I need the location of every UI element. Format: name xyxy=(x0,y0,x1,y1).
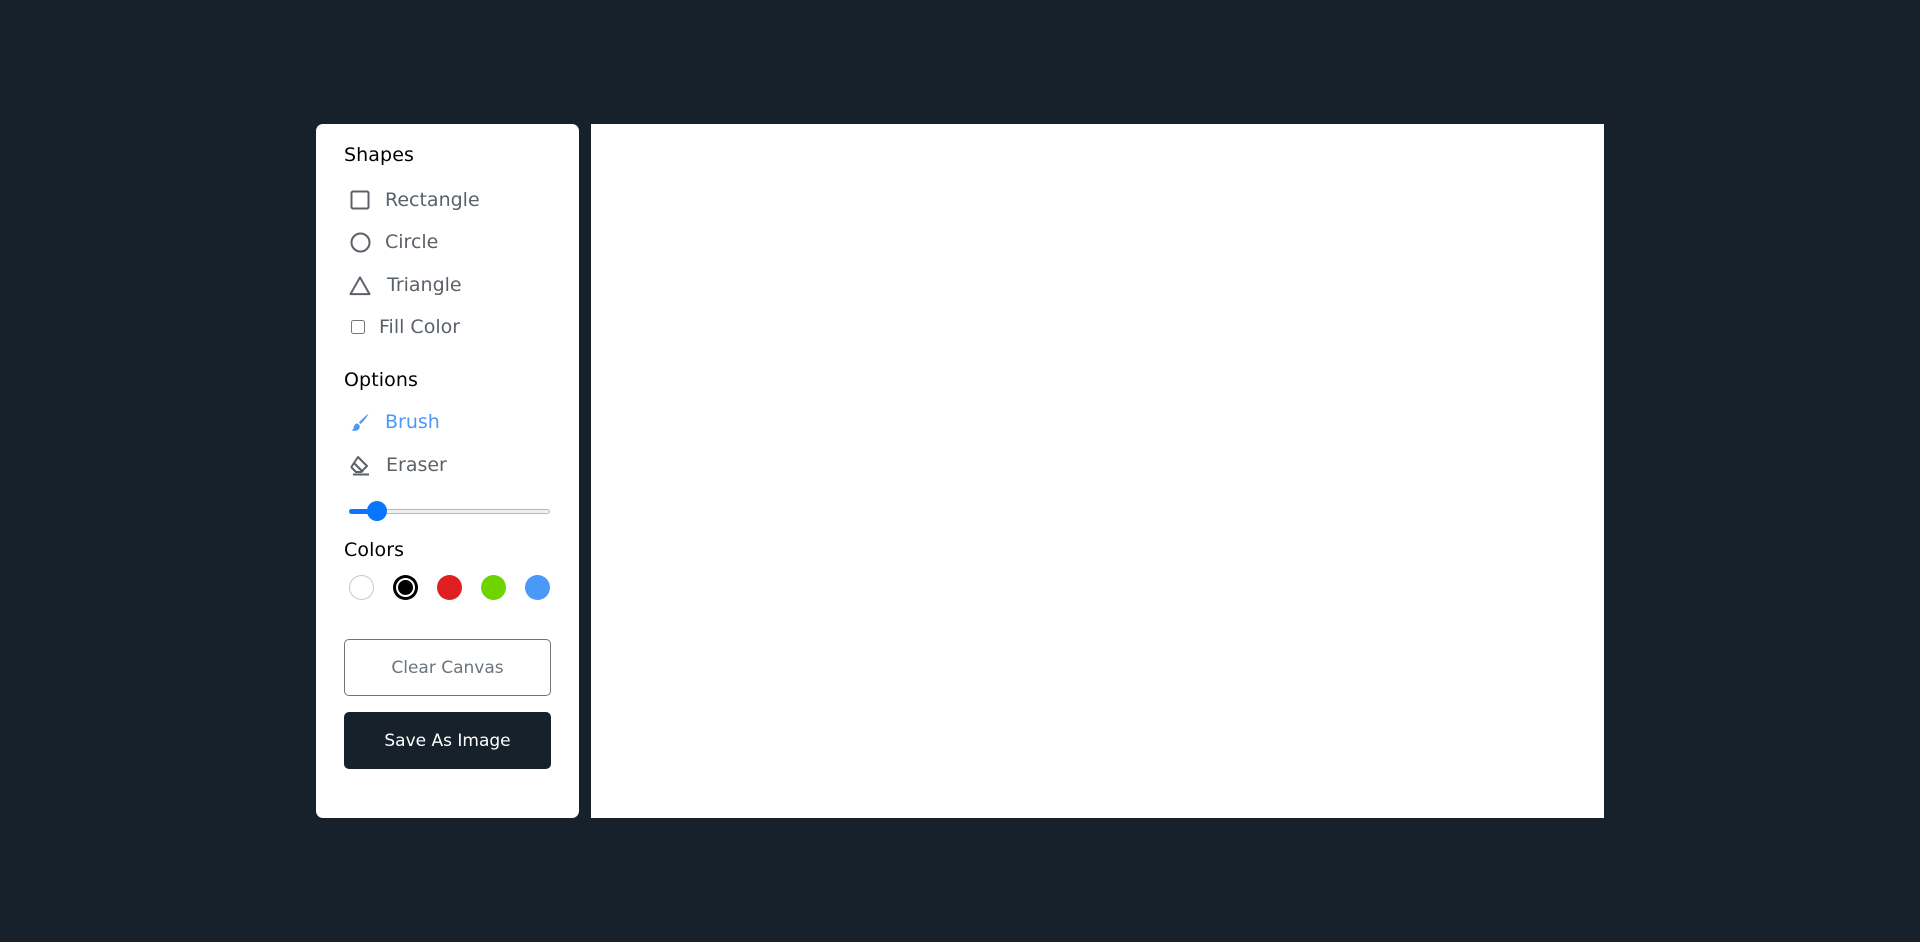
color-swatch[interactable] xyxy=(525,575,550,600)
drawing-canvas[interactable] xyxy=(591,124,1604,818)
fill-color-option[interactable]: Fill Color xyxy=(351,316,460,338)
color-swatches xyxy=(349,575,550,600)
shape-label: Circle xyxy=(385,231,439,253)
fill-color-checkbox[interactable] xyxy=(351,320,365,334)
shape-option-circle[interactable]: Circle xyxy=(349,231,438,253)
tool-option-brush[interactable]: Brush xyxy=(349,411,440,433)
shape-label: Triangle xyxy=(387,274,462,296)
color-swatch[interactable] xyxy=(481,575,506,600)
circle-outline-icon xyxy=(349,231,371,253)
shape-option-triangle[interactable]: Triangle xyxy=(349,274,462,296)
color-swatch[interactable] xyxy=(437,575,462,600)
fill-color-label[interactable]: Fill Color xyxy=(379,316,460,338)
color-swatch[interactable] xyxy=(349,575,374,600)
square-outline-icon xyxy=(349,189,371,211)
clear-canvas-button[interactable]: Clear Canvas xyxy=(344,639,551,696)
tool-label: Brush xyxy=(385,411,440,433)
shapes-title: Shapes xyxy=(344,144,414,166)
paintbrush-icon xyxy=(349,411,371,433)
color-swatch[interactable] xyxy=(393,575,418,600)
brush-size-slider[interactable] xyxy=(349,501,550,521)
shape-option-rectangle[interactable]: Rectangle xyxy=(349,189,480,211)
eraser-icon xyxy=(349,454,371,476)
shape-label: Rectangle xyxy=(385,189,480,211)
options-title: Options xyxy=(344,369,419,391)
colors-title: Colors xyxy=(344,539,405,561)
triangle-outline-icon xyxy=(349,274,371,296)
save-as-image-button[interactable]: Save As Image xyxy=(344,712,551,769)
tools-panel: Shapes Rectangle Circle Triangle Fill Co… xyxy=(316,124,579,818)
tool-label: Eraser xyxy=(386,454,447,476)
slider-thumb[interactable] xyxy=(366,501,387,521)
tool-option-eraser[interactable]: Eraser xyxy=(349,454,447,476)
